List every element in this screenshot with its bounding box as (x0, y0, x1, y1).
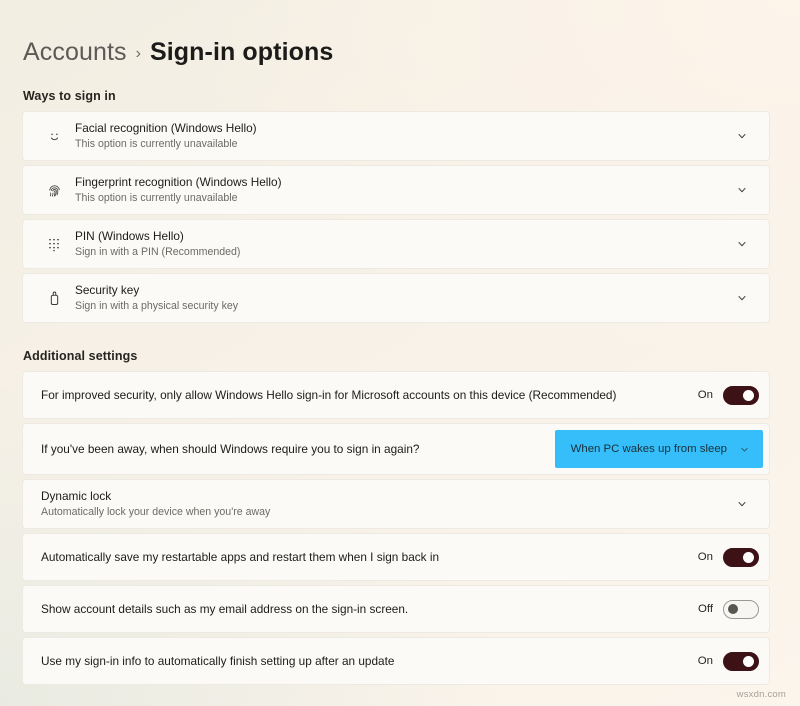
toggle-group: On (685, 548, 759, 567)
toggle-group: On (685, 652, 759, 671)
setting-row-show-account-details: Show account details such as my email ad… (22, 585, 770, 633)
pin-keypad-icon (41, 236, 67, 252)
finish-setup-after-update-toggle[interactable] (723, 652, 759, 671)
smiley-face-icon (41, 128, 67, 145)
sign-in-option-security-key[interactable]: Security key Sign in with a physical sec… (22, 273, 770, 323)
sign-in-option-subtitle: Sign in with a PIN (Recommended) (75, 245, 729, 259)
toggle-group: On (685, 386, 759, 405)
sign-in-option-text: Facial recognition (Windows Hello) This … (75, 114, 729, 158)
setting-label: For improved security, only allow Window… (41, 374, 673, 416)
setting-row-restartable-apps: Automatically save my restartable apps a… (22, 533, 770, 581)
sign-in-option-pin[interactable]: PIN (Windows Hello) Sign in with a PIN (… (22, 219, 770, 269)
sign-in-option-subtitle: Sign in with a physical security key (75, 299, 729, 313)
page-title: Sign-in options (150, 38, 333, 67)
restartable-apps-toggle[interactable] (723, 548, 759, 567)
additional-settings-list: For improved security, only allow Window… (22, 371, 770, 685)
sign-in-option-subtitle: This option is currently unavailable (75, 191, 729, 205)
chevron-down-icon[interactable] (729, 292, 755, 304)
toggle-state-label: On (698, 655, 713, 667)
toggle-state-label: On (698, 551, 713, 563)
sign-in-option-subtitle: This option is currently unavailable (75, 137, 729, 151)
sign-in-option-title: Security key (75, 283, 729, 298)
windows-hello-only-toggle[interactable] (723, 386, 759, 405)
toggle-knob (743, 552, 754, 563)
toggle-state-label: On (698, 389, 713, 401)
sign-in-option-fingerprint-recognition[interactable]: Fingerprint recognition (Windows Hello) … (22, 165, 770, 215)
chevron-down-icon[interactable] (729, 184, 755, 196)
breadcrumb: Accounts › Sign-in options (22, 0, 770, 67)
setting-label: If you've been away, when should Windows… (41, 428, 541, 470)
chevron-down-icon[interactable] (729, 238, 755, 250)
toggle-group: Off (685, 600, 759, 619)
watermark: wsxdn.com (737, 689, 786, 700)
show-account-details-toggle[interactable] (723, 600, 759, 619)
dynamic-lock-text: Dynamic lock Automatically lock your dev… (41, 482, 729, 526)
setting-row-windows-hello-only: For improved security, only allow Window… (22, 371, 770, 419)
settings-page: Accounts › Sign-in options Ways to sign … (0, 0, 800, 706)
setting-title: Dynamic lock (41, 489, 729, 504)
sign-in-option-facial-recognition[interactable]: Facial recognition (Windows Hello) This … (22, 111, 770, 161)
setting-label: Show account details such as my email ad… (41, 588, 673, 630)
setting-label: Automatically save my restartable apps a… (41, 536, 673, 578)
security-key-icon (41, 290, 67, 307)
require-sign-in-dropdown[interactable]: When PC wakes up from sleep (555, 430, 763, 468)
toggle-knob (728, 604, 738, 614)
breadcrumb-separator-icon: › (136, 45, 141, 63)
fingerprint-icon (41, 182, 67, 199)
chevron-down-icon (739, 444, 750, 455)
toggle-knob (743, 390, 754, 401)
ways-to-sign-in-list: Facial recognition (Windows Hello) This … (22, 111, 770, 323)
sign-in-option-text: PIN (Windows Hello) Sign in with a PIN (… (75, 222, 729, 266)
setting-subtitle: Automatically lock your device when you'… (41, 505, 729, 519)
toggle-state-label: Off (698, 603, 713, 615)
chevron-down-icon[interactable] (729, 130, 755, 142)
additional-settings-heading: Additional settings (23, 349, 770, 363)
sign-in-option-title: PIN (Windows Hello) (75, 229, 729, 244)
sign-in-option-text: Fingerprint recognition (Windows Hello) … (75, 168, 729, 212)
sign-in-option-title: Facial recognition (Windows Hello) (75, 121, 729, 136)
setting-row-finish-setup-after-update: Use my sign-in info to automatically fin… (22, 637, 770, 685)
dropdown-selected-value: When PC wakes up from sleep (571, 443, 727, 455)
ways-to-sign-in-heading: Ways to sign in (23, 89, 770, 103)
setting-row-require-sign-in: If you've been away, when should Windows… (22, 423, 770, 475)
toggle-knob (743, 656, 754, 667)
breadcrumb-accounts-link[interactable]: Accounts (23, 38, 127, 67)
setting-row-dynamic-lock[interactable]: Dynamic lock Automatically lock your dev… (22, 479, 770, 529)
setting-label: Use my sign-in info to automatically fin… (41, 640, 673, 682)
sign-in-option-title: Fingerprint recognition (Windows Hello) (75, 175, 729, 190)
chevron-down-icon[interactable] (729, 498, 755, 510)
sign-in-option-text: Security key Sign in with a physical sec… (75, 276, 729, 320)
